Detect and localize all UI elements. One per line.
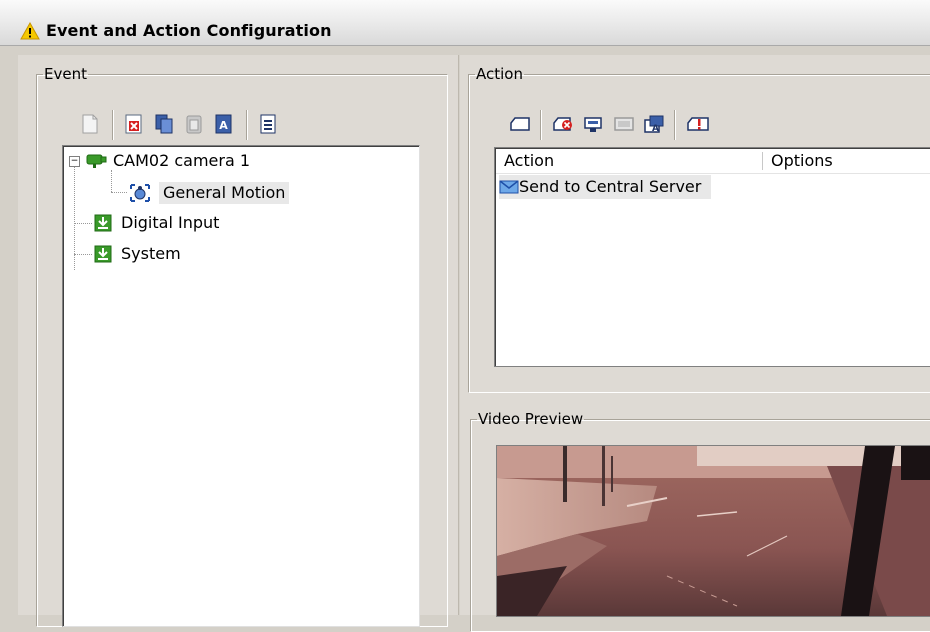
add-action-icon[interactable] bbox=[508, 112, 532, 136]
action-cell: Send to Central Server bbox=[499, 175, 712, 199]
tree-line bbox=[74, 254, 92, 255]
svg-text:A: A bbox=[219, 119, 228, 132]
motion-icon bbox=[130, 184, 150, 202]
list-header: Action Options bbox=[496, 149, 930, 174]
event-panel: Event A − CAM02 camera 1 General Motion … bbox=[18, 55, 459, 627]
paste-event-icon[interactable] bbox=[182, 112, 206, 136]
event-tree[interactable]: − CAM02 camera 1 General Motion Digital … bbox=[62, 145, 420, 627]
test-action-icon[interactable] bbox=[686, 112, 710, 136]
event-legend: Event bbox=[44, 65, 87, 83]
properties-event-icon[interactable] bbox=[256, 112, 280, 136]
tree-label-camera: CAM02 camera 1 bbox=[113, 151, 251, 170]
video-preview-legend: Video Preview bbox=[478, 410, 584, 428]
toolbar-separator bbox=[540, 110, 542, 140]
tree-line bbox=[111, 192, 127, 193]
action-legend: Action bbox=[476, 65, 523, 83]
column-header-options[interactable]: Options bbox=[763, 149, 833, 173]
title-bar: Event and Action Configuration bbox=[0, 0, 930, 46]
digital-input-icon bbox=[94, 214, 112, 232]
tree-label-general-motion: General Motion bbox=[159, 182, 290, 204]
system-icon bbox=[94, 245, 112, 263]
column-header-action[interactable]: Action bbox=[496, 149, 554, 173]
collapse-icon[interactable]: − bbox=[69, 156, 80, 167]
move-action-icon[interactable] bbox=[582, 112, 606, 136]
copy-event-icon[interactable] bbox=[152, 112, 176, 136]
tree-label-system: System bbox=[121, 244, 181, 263]
rename-event-icon[interactable]: A bbox=[212, 112, 236, 136]
video-preview bbox=[496, 445, 930, 617]
delete-action-icon[interactable] bbox=[552, 112, 576, 136]
window-title: Event and Action Configuration bbox=[46, 21, 332, 40]
svg-text:A: A bbox=[652, 124, 659, 134]
tree-label-digital-input: Digital Input bbox=[121, 213, 220, 232]
action-name: Send to Central Server bbox=[519, 177, 702, 196]
disabled-action-icon[interactable] bbox=[612, 112, 636, 136]
list-item[interactable]: Send to Central Server bbox=[499, 175, 712, 199]
toolbar-separator bbox=[674, 110, 676, 140]
action-panel: Action A Action Options Send to Central … bbox=[460, 55, 930, 632]
tree-line bbox=[74, 223, 92, 224]
tree-line bbox=[111, 170, 112, 192]
camera-icon bbox=[86, 154, 107, 168]
new-event-icon[interactable] bbox=[78, 112, 102, 136]
video-frame-image bbox=[497, 446, 930, 616]
warning-icon bbox=[20, 22, 40, 40]
toolbar-separator bbox=[246, 110, 248, 140]
edit-action-icon[interactable]: A bbox=[642, 112, 666, 136]
action-list[interactable]: Action Options Send to Central Server bbox=[494, 147, 930, 367]
email-icon bbox=[499, 180, 519, 194]
toolbar-separator bbox=[112, 110, 114, 140]
delete-event-icon[interactable] bbox=[122, 112, 146, 136]
